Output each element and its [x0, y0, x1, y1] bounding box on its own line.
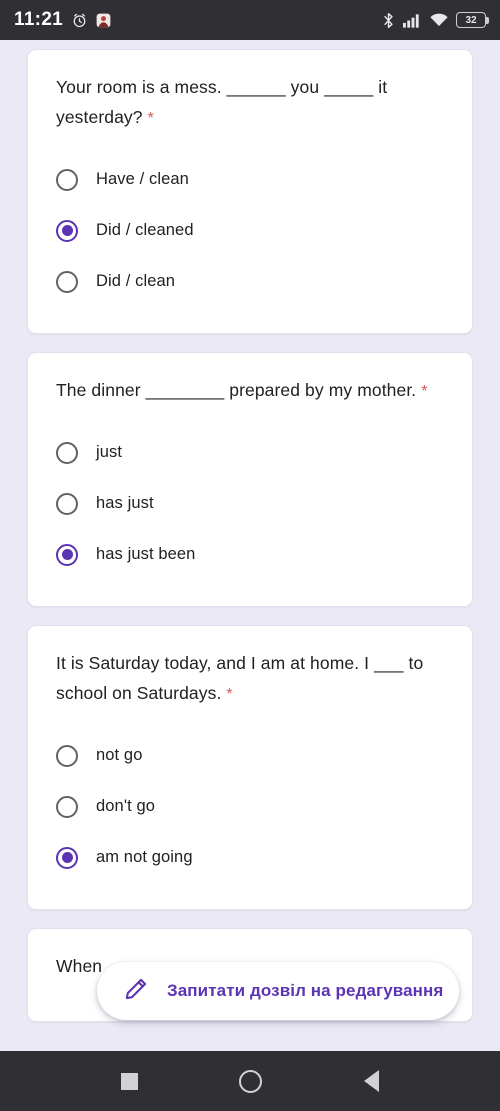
status-bar-right: 32	[382, 12, 489, 29]
request-edit-access-button[interactable]: Запитати дозвіл на редагування	[97, 962, 459, 1020]
battery-level-label: 32	[465, 14, 477, 26]
radio-button-selected-icon[interactable]	[56, 846, 78, 869]
question-text-label: The dinner ________ prepared by my mothe…	[56, 380, 417, 400]
question-text-label: It is Saturday today, and I am at home. …	[56, 653, 424, 703]
option-label: am not going	[96, 848, 193, 866]
wifi-icon	[430, 13, 448, 27]
option-row[interactable]: Did / cleaned	[56, 205, 444, 256]
recents-square-icon[interactable]	[120, 1072, 138, 1090]
question-card: Your room is a mess. ______ you _____ it…	[27, 49, 473, 334]
option-group: not go don't go am not going	[56, 730, 444, 883]
option-group: just has just has just been	[56, 427, 444, 580]
option-label: has just been	[96, 545, 196, 563]
cellular-signal-icon	[403, 13, 422, 28]
radio-button-unselected-icon[interactable]	[56, 168, 78, 191]
radio-button-unselected-icon[interactable]	[56, 270, 78, 293]
question-card: The dinner ________ prepared by my mothe…	[27, 352, 473, 607]
option-row[interactable]: Did / clean	[56, 256, 444, 307]
option-label: Did / cleaned	[96, 221, 194, 239]
option-row[interactable]: don't go	[56, 781, 444, 832]
question-text-label: Your room is a mess. ______ you _____ it…	[56, 77, 388, 127]
radio-button-selected-icon[interactable]	[56, 543, 78, 566]
home-circle-icon[interactable]	[239, 1069, 263, 1093]
alarm-clock-icon	[71, 12, 88, 29]
request-edit-access-label: Запитати дозвіл на редагування	[167, 981, 444, 1000]
question-text-label: When	[56, 956, 103, 976]
option-row[interactable]: Have / clean	[56, 154, 444, 205]
pencil-edit-icon	[123, 976, 149, 1007]
back-triangle-icon[interactable]	[364, 1070, 380, 1092]
question-card: It is Saturday today, and I am at home. …	[27, 625, 473, 910]
android-navigation-bar	[0, 1051, 500, 1111]
option-row[interactable]: am not going	[56, 832, 444, 883]
option-group: Have / clean Did / cleaned Did / clean	[56, 154, 444, 307]
question-text: The dinner ________ prepared by my mothe…	[56, 375, 444, 407]
radio-button-unselected-icon[interactable]	[56, 492, 78, 515]
option-row[interactable]: not go	[56, 730, 444, 781]
phone-screen: 11:21 32 Your room is a mess. ______ you…	[0, 0, 500, 1111]
status-bar: 11:21 32	[0, 0, 500, 40]
form-scroll-area[interactable]: Your room is a mess. ______ you _____ it…	[0, 40, 500, 1051]
option-label: Have / clean	[96, 170, 189, 188]
required-asterisk: *	[421, 383, 428, 400]
option-label: Did / clean	[96, 272, 176, 290]
status-bar-left: 11:21	[14, 9, 111, 31]
required-asterisk: *	[226, 686, 233, 703]
bluetooth-icon	[382, 12, 395, 29]
option-row[interactable]: has just	[56, 478, 444, 529]
radio-button-selected-icon[interactable]	[56, 219, 78, 242]
option-row[interactable]: has just been	[56, 529, 444, 580]
option-label: not go	[96, 746, 143, 764]
question-text: It is Saturday today, and I am at home. …	[56, 648, 444, 710]
radio-button-unselected-icon[interactable]	[56, 441, 78, 464]
option-label: has just	[96, 494, 154, 512]
app-notification-icon	[96, 13, 111, 28]
status-clock: 11:21	[14, 9, 64, 30]
radio-button-unselected-icon[interactable]	[56, 795, 78, 818]
battery-indicator: 32	[456, 12, 489, 28]
option-label: don't go	[96, 797, 156, 815]
option-label: just	[96, 443, 123, 461]
option-row[interactable]: just	[56, 427, 444, 478]
required-asterisk: *	[147, 110, 154, 127]
question-text: Your room is a mess. ______ you _____ it…	[56, 72, 444, 134]
radio-button-unselected-icon[interactable]	[56, 744, 78, 767]
